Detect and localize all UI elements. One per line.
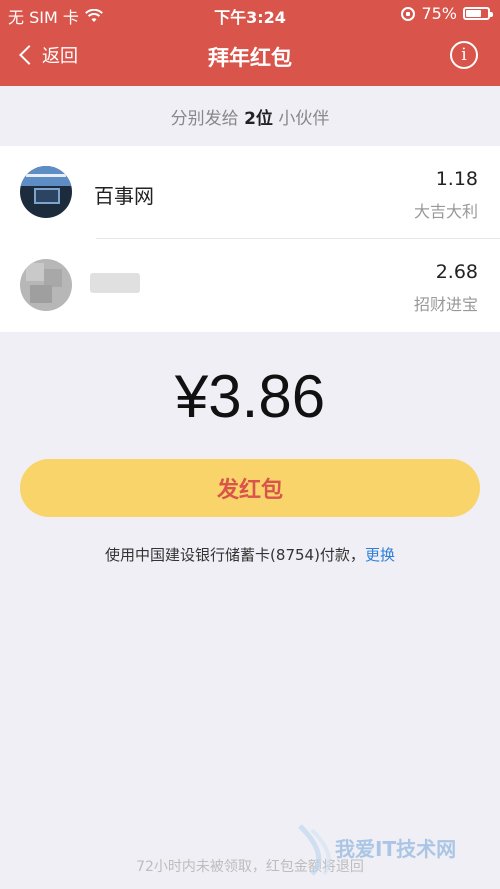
status-right: 75% [401, 4, 493, 23]
battery-percent: 75% [421, 4, 457, 23]
payment-text: 使用中国建设银行储蓄卡(8754)付款， [105, 546, 365, 564]
page-title: 拜年红包 [208, 46, 292, 70]
list-item: 百事网 1.18 大吉大利 [0, 146, 500, 239]
avatar [20, 166, 72, 218]
change-payment-link[interactable]: 更换 [365, 546, 395, 564]
watermark-logo: 我爱IT技术网 [298, 824, 456, 876]
recipient-list: 百事网 1.18 大吉大利 2.68 招财进宝 [0, 146, 500, 332]
rotation-lock-icon [401, 6, 416, 21]
recipient-blessing: 大吉大利 [413, 202, 478, 221]
recipient-blessing: 招财进宝 [413, 295, 478, 314]
send-red-packet-button[interactable]: 发红包 [20, 459, 480, 517]
battery-icon [463, 7, 493, 20]
recipient-summary: 分别发给 2位 小伙伴 [0, 104, 500, 129]
recipient-name-blurred [90, 273, 140, 293]
info-icon[interactable]: i [450, 41, 478, 69]
recipient-name: 百事网 [94, 184, 154, 208]
summary-prefix: 分别发给 [170, 109, 239, 129]
summary-count: 2位 [244, 109, 273, 129]
watermark-text: 我爱IT技术网 [335, 837, 456, 861]
recipient-amount: 2.68 [435, 261, 478, 283]
header: 无 SIM 卡 下午3:24 75% 返回 拜年红包 i [0, 0, 500, 86]
total-amount: ¥3.86 [174, 363, 326, 430]
recipient-amount: 1.18 [435, 168, 478, 190]
status-bar: 无 SIM 卡 下午3:24 75% [0, 0, 500, 28]
nav-bar: 返回 拜年红包 i [0, 28, 500, 86]
avatar [20, 259, 72, 311]
list-item: 2.68 招财进宝 [0, 239, 500, 332]
payment-method: 使用中国建设银行储蓄卡(8754)付款，更换 [0, 544, 500, 565]
summary-suffix: 小伙伴 [278, 109, 330, 129]
